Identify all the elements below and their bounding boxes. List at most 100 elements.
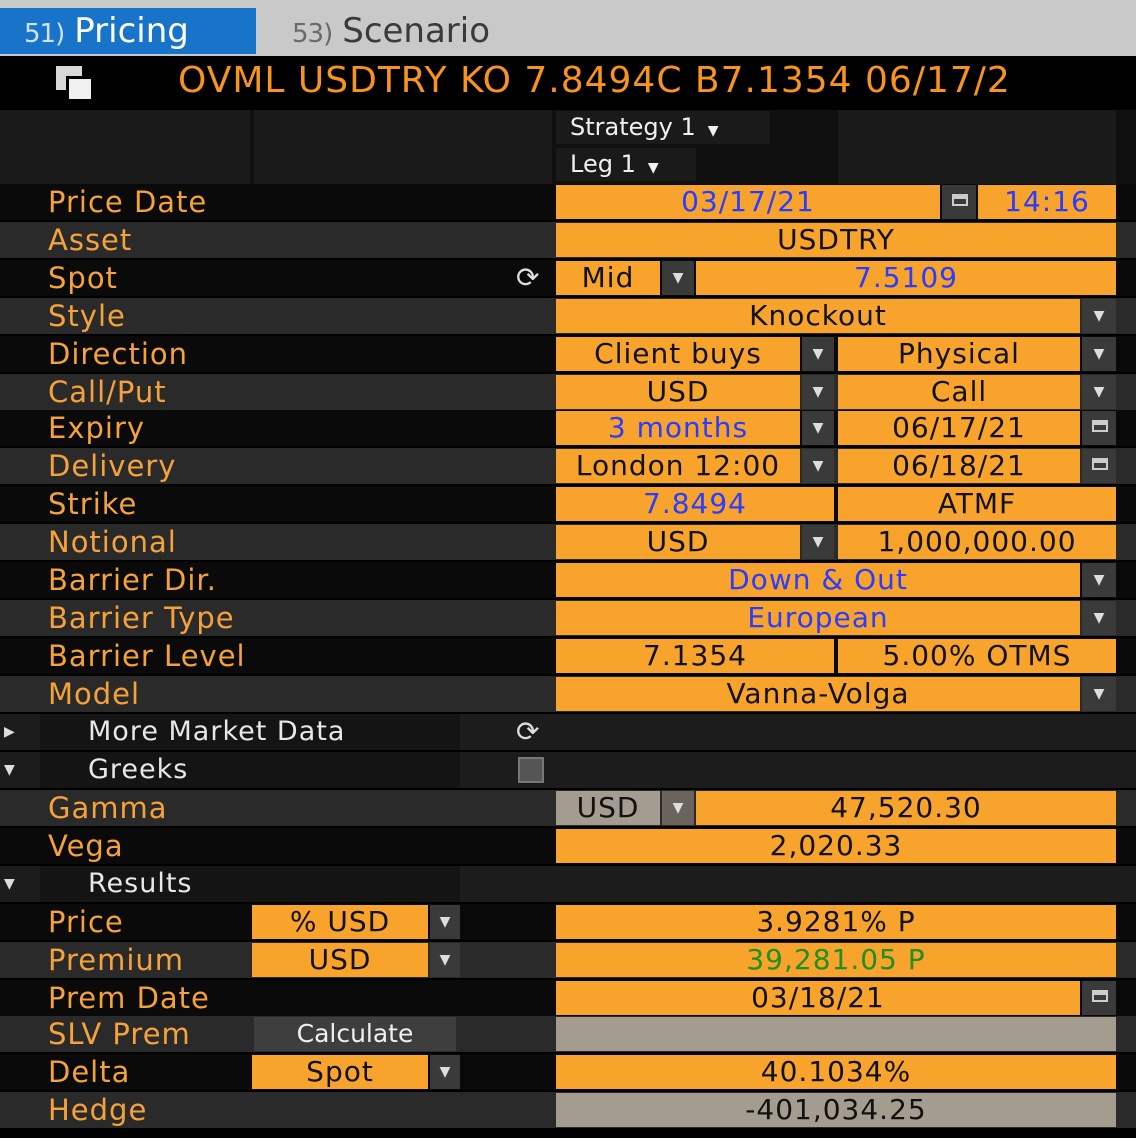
notional-field[interactable]: 1,000,000.00 <box>838 525 1116 559</box>
chevron-down-icon[interactable]: ▼ <box>1082 337 1116 371</box>
chevron-down-icon[interactable]: ▼ <box>430 905 460 939</box>
chevron-down-icon[interactable]: ▼ <box>1082 375 1116 409</box>
chevron-down-icon: ▼ <box>707 123 719 139</box>
expand-arrow-icon[interactable]: ▶ <box>4 714 15 750</box>
price-label: Price <box>48 905 124 939</box>
gamma-label: Gamma <box>48 791 168 825</box>
barrier-dir-select[interactable]: Down & Out <box>556 563 1080 597</box>
hedge-label: Hedge <box>48 1093 148 1127</box>
tab-number: 51) <box>24 19 65 49</box>
chevron-down-icon[interactable]: ▼ <box>662 261 694 295</box>
chevron-down-icon[interactable]: ▼ <box>662 791 694 825</box>
chevron-down-icon[interactable]: ▼ <box>430 943 460 977</box>
delta-label: Delta <box>48 1055 131 1089</box>
prem-date-field[interactable]: 03/18/21 <box>556 981 1080 1015</box>
refresh-icon[interactable]: ⟳ <box>516 714 539 750</box>
premium-unit-select[interactable]: USD <box>252 943 428 977</box>
delivery-label: Delivery <box>48 449 177 483</box>
calendar-icon[interactable] <box>942 185 976 219</box>
delta-unit-select[interactable]: Spot <box>252 1055 428 1089</box>
greeks-section[interactable]: Greeks <box>88 752 188 788</box>
windows-icon[interactable] <box>56 66 94 102</box>
more-market-data-section[interactable]: More Market Data <box>88 714 345 750</box>
greeks-checkbox[interactable] <box>518 757 544 783</box>
strike-field[interactable]: 7.8494 <box>556 487 834 521</box>
barrier-type-select[interactable]: European <box>556 601 1080 635</box>
chevron-down-icon[interactable]: ▼ <box>1082 563 1116 597</box>
style-label: Style <box>48 299 126 333</box>
tab-number: 53) <box>292 19 333 49</box>
barrier-level-label: Barrier Level <box>48 639 246 673</box>
header-cell <box>838 110 1116 184</box>
expiry-tenor-select[interactable]: 3 months <box>556 411 800 445</box>
leg-selector[interactable]: Leg 1 ▼ <box>556 148 696 181</box>
notional-label: Notional <box>48 525 177 559</box>
slv-prem-label: SLV Prem <box>48 1017 191 1051</box>
chevron-down-icon[interactable]: ▼ <box>802 375 834 409</box>
settlement-select[interactable]: Physical <box>838 337 1080 371</box>
header-cell <box>254 110 552 184</box>
price-unit-select[interactable]: % USD <box>252 905 428 939</box>
page-title: OVML USDTRY KO 7.8494C B7.1354 06/17/2 <box>178 60 1011 101</box>
price-time-field[interactable]: 14:16 <box>978 185 1116 219</box>
expiry-label: Expiry <box>48 411 146 445</box>
tab-label: Pricing <box>74 11 189 51</box>
calculate-button[interactable]: Calculate <box>254 1017 456 1051</box>
chevron-down-icon[interactable]: ▼ <box>1082 677 1116 711</box>
collapse-arrow-icon[interactable]: ▼ <box>4 752 15 788</box>
vega-label: Vega <box>48 829 124 863</box>
prem-date-label: Prem Date <box>48 981 210 1015</box>
gamma-ccy-select[interactable]: USD <box>556 791 660 825</box>
style-select[interactable]: Knockout <box>556 299 1080 333</box>
strategy-label: Strategy 1 <box>570 113 696 141</box>
asset-label: Asset <box>48 223 133 257</box>
spot-field[interactable]: 7.5109 <box>696 261 1116 295</box>
chevron-down-icon[interactable]: ▼ <box>802 525 834 559</box>
header-cell <box>0 110 250 184</box>
chevron-down-icon[interactable]: ▼ <box>802 337 834 371</box>
direction-select[interactable]: Client buys <box>556 337 800 371</box>
collapse-arrow-icon[interactable]: ▼ <box>4 866 15 902</box>
price-value: 3.9281% P <box>556 905 1116 939</box>
tab-scenario[interactable]: 53) Scenario <box>268 8 628 54</box>
chevron-down-icon[interactable]: ▼ <box>802 411 834 445</box>
refresh-icon[interactable]: ⟳ <box>516 260 539 296</box>
price-date-label: Price Date <box>48 185 208 219</box>
callput-ccy-select[interactable]: USD <box>556 375 800 409</box>
barrier-dir-label: Barrier Dir. <box>48 563 217 597</box>
callput-label: Call/Put <box>48 375 167 409</box>
leg-label: Leg 1 <box>570 150 636 178</box>
delivery-cut-select[interactable]: London 12:00 <box>556 449 800 483</box>
chevron-down-icon[interactable]: ▼ <box>1082 601 1116 635</box>
price-date-field[interactable]: 03/17/21 <box>556 185 940 219</box>
chevron-down-icon: ▼ <box>647 160 659 176</box>
strike-label: Strike <box>48 487 138 521</box>
tab-pricing[interactable]: 51) Pricing <box>0 8 256 54</box>
hedge-value: -401,034.25 <box>556 1093 1116 1127</box>
spot-side-select[interactable]: Mid <box>556 261 660 295</box>
chevron-down-icon[interactable]: ▼ <box>430 1055 460 1089</box>
chevron-down-icon[interactable]: ▼ <box>1082 299 1116 333</box>
calendar-icon[interactable] <box>1082 449 1116 483</box>
expiry-date-field[interactable]: 06/17/21 <box>838 411 1080 445</box>
model-select[interactable]: Vanna-Volga <box>556 677 1080 711</box>
vega-value: 2,020.33 <box>556 829 1116 863</box>
model-label: Model <box>48 677 141 711</box>
calendar-icon[interactable] <box>1082 411 1116 445</box>
callput-select[interactable]: Call <box>838 375 1080 409</box>
chevron-down-icon[interactable]: ▼ <box>802 449 834 483</box>
tab-label: Scenario <box>342 11 491 51</box>
barrier-level-field[interactable]: 7.1354 <box>556 639 834 673</box>
strike-type-field[interactable]: ATMF <box>838 487 1116 521</box>
strategy-selector[interactable]: Strategy 1 ▼ <box>556 111 770 144</box>
spot-label: Spot <box>48 261 118 295</box>
asset-field[interactable]: USDTRY <box>556 223 1116 257</box>
premium-value: 39,281.05 P <box>556 943 1116 977</box>
delivery-date-field[interactable]: 06/18/21 <box>838 449 1080 483</box>
notional-ccy-select[interactable]: USD <box>556 525 800 559</box>
delta-value: 40.1034% <box>556 1055 1116 1089</box>
gamma-value: 47,520.30 <box>696 791 1116 825</box>
results-section[interactable]: Results <box>88 866 193 902</box>
barrier-otms-field[interactable]: 5.00% OTMS <box>838 639 1116 673</box>
calendar-icon[interactable] <box>1082 981 1116 1015</box>
